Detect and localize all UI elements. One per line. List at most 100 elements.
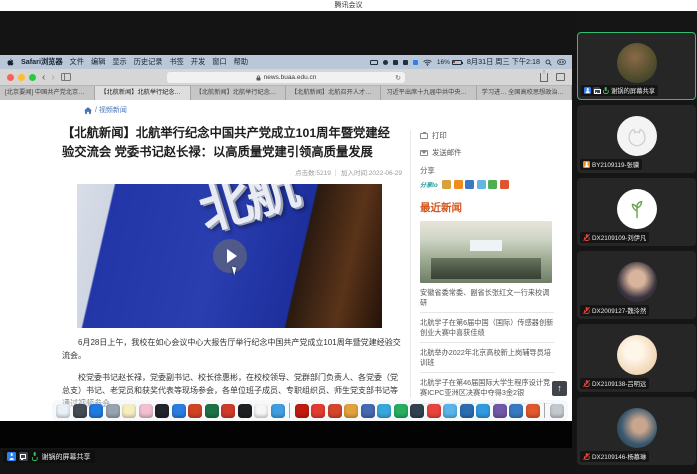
menubar-clock[interactable]: 8月31日 周三 下午2:18 [467, 57, 540, 67]
video-player[interactable]: 北航 [77, 184, 382, 328]
dock-textedit-icon[interactable] [254, 404, 268, 418]
display-mirroring-icon[interactable] [370, 60, 378, 65]
participant-tile[interactable]: DX2109109-刘伊凡 [577, 178, 696, 246]
address-bar[interactable]: news.buaa.edu.cn ↻ [167, 72, 405, 83]
back-to-top-button[interactable]: ↑ [552, 381, 567, 396]
dock-mail-icon[interactable] [172, 404, 186, 418]
news-link[interactable]: 安徽省委常委、副省长张红文一行来校调研 [420, 283, 554, 313]
article-paragraph: 6月28日上午，我校在如心会议中心大报告厅举行纪念中国共产党成立101周年暨党建… [62, 337, 402, 363]
share-service-icon-3[interactable] [477, 180, 486, 189]
menu-safari[interactable]: Safari浏览器 [21, 57, 63, 67]
control-center-icon[interactable] [557, 59, 566, 65]
dock-photos-icon[interactable] [139, 404, 153, 418]
dock-acrobat-icon[interactable] [295, 404, 309, 418]
share-service-icon-0[interactable] [442, 180, 451, 189]
dock-pinwheel-icon[interactable] [361, 404, 375, 418]
print-link[interactable]: 打印 [420, 130, 568, 141]
print-label[interactable]: 打印 [432, 130, 447, 141]
meeting-status-icon[interactable] [383, 60, 388, 65]
browser-tab[interactable]: 学习进… 全国高校思想政治工作会… [477, 86, 572, 100]
email-label[interactable]: 发送邮件 [432, 147, 462, 158]
apple-icon[interactable] [6, 58, 14, 67]
reload-button[interactable]: ↻ [395, 74, 401, 82]
menu-window[interactable]: 窗口 [212, 57, 226, 67]
dock-notes-icon[interactable] [122, 404, 136, 418]
im-badge-icon[interactable] [413, 60, 418, 65]
dock-game-icon[interactable] [344, 404, 358, 418]
participant-tile[interactable]: DX2109146-杨慕琳 [577, 397, 696, 465]
share-service-icon-5[interactable] [500, 180, 509, 189]
browser-tab-active[interactable]: 【北航新闻】北航举行纪念中国共产党… [95, 86, 190, 100]
dock-trash-icon[interactable] [550, 404, 564, 418]
dock-wps-icon[interactable] [311, 404, 325, 418]
dock-music-icon[interactable] [410, 404, 424, 418]
recent-news-photo[interactable] [420, 221, 552, 283]
participant-tile[interactable]: DX2009127-魏泠然 [577, 251, 696, 319]
dock-weibo-icon[interactable] [328, 404, 342, 418]
forward-button[interactable]: › [51, 70, 54, 85]
participant-name: BY2109119-张骥 [592, 160, 639, 169]
share-service-icon-4[interactable] [488, 180, 497, 189]
back-button[interactable]: ‹ [42, 70, 45, 85]
app-status-icon[interactable] [403, 60, 408, 65]
dock-android-icon[interactable] [394, 404, 408, 418]
menu-bookmarks[interactable]: 书签 [169, 57, 183, 67]
dock-firefox-icon[interactable] [526, 404, 540, 418]
tab-overview-button[interactable] [556, 73, 565, 81]
dock-vscode-icon[interactable] [476, 404, 490, 418]
dock-powerpoint-icon[interactable] [188, 404, 202, 418]
dock-launchpad-icon[interactable] [106, 404, 120, 418]
dock-excel-icon[interactable] [205, 404, 219, 418]
menu-file[interactable]: 文件 [70, 57, 84, 67]
menu-develop[interactable]: 开发 [191, 57, 205, 67]
breadcrumb-label[interactable]: / 视频新闻 [95, 105, 127, 115]
browser-tab[interactable]: 习近平出席十九届中共中央政治局会… [381, 86, 476, 100]
close-window-button[interactable] [7, 74, 14, 81]
home-icon[interactable] [84, 107, 92, 114]
dock-github-icon[interactable] [493, 404, 507, 418]
dock-finder-icon[interactable] [56, 404, 70, 418]
share-service-icon-2[interactable] [465, 180, 474, 189]
sidebar-toggle-button[interactable] [61, 73, 71, 81]
participant-tile[interactable]: BY2109119-张骥 [577, 105, 696, 173]
dock-edge-icon[interactable] [377, 404, 391, 418]
dock-terminal-icon[interactable] [238, 404, 252, 418]
share-service-icon-1[interactable] [454, 180, 463, 189]
battery-percent: 16% [437, 59, 450, 66]
dock-docker-icon[interactable] [460, 404, 474, 418]
dock-app-store-icon[interactable] [89, 404, 103, 418]
shared-screen: Safari浏览器 文件 编辑 显示 历史记录 书签 开发 窗口 帮助 16% … [0, 55, 572, 448]
share-page-button[interactable] [540, 73, 548, 82]
email-link[interactable]: 发送邮件 [420, 147, 568, 158]
dock-cloud-icon[interactable] [443, 404, 457, 418]
play-button[interactable] [213, 239, 247, 273]
menu-edit[interactable]: 编辑 [91, 57, 105, 67]
flag-characters: 北航 [194, 184, 303, 240]
breadcrumb[interactable]: / 视频新闻 [84, 105, 402, 115]
minimize-window-button[interactable] [18, 74, 25, 81]
mic-muted-icon [583, 234, 590, 241]
spotlight-icon[interactable] [545, 59, 552, 66]
dock-vlc-icon[interactable] [509, 404, 523, 418]
battery-indicator[interactable]: 16% [437, 59, 462, 66]
input-source-icon[interactable] [393, 60, 398, 65]
menu-view[interactable]: 显示 [112, 57, 126, 67]
participant-tile[interactable]: 谢锅的屏幕共享 [577, 32, 696, 100]
news-link[interactable]: 北航学子在第6届中国（国际）传感器创新创业大赛中喜获佳绩 [420, 313, 554, 343]
browser-tab[interactable]: 【北航新闻】北航召开人才工作会议… [286, 86, 381, 100]
share-to-icon[interactable]: 分享to [420, 180, 438, 189]
dock-safari-icon[interactable] [271, 404, 285, 418]
participant-tile[interactable]: DX2109138-吕明远 [577, 324, 696, 392]
dock-keynote-icon[interactable] [221, 404, 235, 418]
menu-help[interactable]: 帮助 [234, 57, 248, 67]
zoom-window-button[interactable] [29, 74, 36, 81]
dock-separator [289, 403, 290, 418]
dock-chrome-icon[interactable] [427, 404, 441, 418]
menu-history[interactable]: 历史记录 [134, 57, 163, 67]
browser-tab[interactable]: 【北航新闻】北航举行纪念中国共产党… [191, 86, 286, 100]
wifi-icon[interactable] [423, 59, 432, 66]
dock-compass-icon[interactable] [73, 404, 87, 418]
browser-tab[interactable]: [北京要闻] 中国共产党北京市第十三… [0, 86, 95, 100]
news-link[interactable]: 北航举办2022年北京高校新上岗辅导员培训班 [420, 343, 554, 373]
dock-qq-icon[interactable] [155, 404, 169, 418]
